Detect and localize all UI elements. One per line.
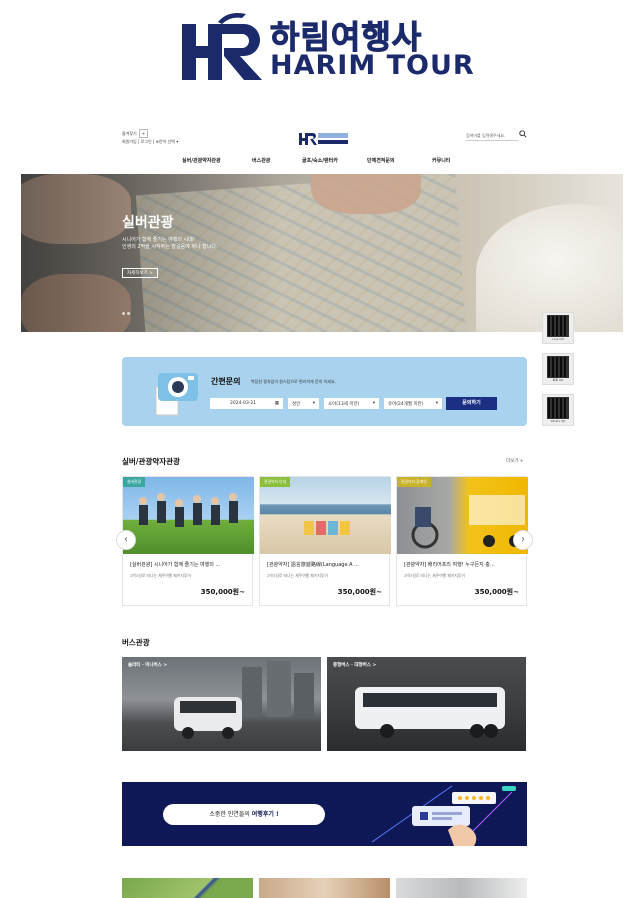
brand-logo[interactable]: 하림여행사 HARIM TOUR (0, 0, 631, 96)
beach-chairs-image (304, 521, 350, 535)
carousel-next-button[interactable]: › (513, 530, 533, 550)
review-pill[interactable]: 소중한 인연들의 여행후기 ! (163, 804, 325, 825)
bus-card-large[interactable]: 중형버스 · 대형버스 > (327, 657, 526, 751)
section-title-silver: 실버/관광약자관광 (122, 457, 180, 466)
silver-more-link[interactable]: 더보기 + (506, 458, 524, 464)
nav-silver[interactable]: 실버/관광약자관광 (182, 157, 221, 164)
hero-line-1: 시니어가 함께 즐기는 여행의 시대! (122, 237, 195, 243)
product-card[interactable]: 관광약자 안내 [관광약자] 語言旅遊路線(Language A ... 2박3… (259, 476, 391, 606)
chevron-down-icon: ▾ (372, 401, 375, 406)
product-price: 350,000원~ (474, 588, 519, 596)
review-text: 소중한 인연들의 (209, 811, 252, 818)
whatsapp-qr[interactable]: Whats QR (542, 394, 574, 426)
infant-value: 유아(24개월 미만) (388, 402, 424, 407)
quick-inquiry: 간편문의 복잡한 절차없이 원스탑으로 편리하게 문의 하세요. 2024-03… (122, 357, 527, 426)
inquiry-submit-button[interactable]: 문의하기 (446, 397, 497, 410)
product-name: [실버관광] 시니어가 함께 즐기는 여행의 ... (130, 562, 221, 568)
hero-subtitle: 시니어가 함께 즐기는 여행의 시대! 인생의 2막을 시작하는 발걸음에 하나… (122, 237, 218, 251)
product-sub: 2박3일로 떠나는 제주여행 패키지투어 (267, 573, 328, 578)
product-card[interactable]: 관광약자 장애인 [관광약자] 배리어프리 여행! 누구든지 충... 2박3일… (396, 476, 528, 606)
product-badge: 실버관광 (123, 477, 145, 487)
header-utility: 즐겨찾기 + 회원가입 | 로그인 | ⊕언어 선택 ▾ (122, 129, 179, 144)
nav-bus[interactable]: 버스관광 (252, 157, 270, 164)
join-link[interactable]: 회원가입 (122, 139, 137, 144)
product-card[interactable]: 실버관광 [실버관광] 시니어가 함께 즐기는 여행의 ... 2박3일로 떠나… (122, 476, 254, 606)
date-field[interactable]: 2024-03-21 ▦ (210, 398, 283, 409)
chevron-down-icon: ▾ (312, 401, 315, 406)
wheelchair-bus-image (411, 495, 525, 549)
product-name: [관광약자] 배리어프리 여행! 누구든지 충... (404, 562, 495, 568)
minibus-image (174, 661, 314, 739)
talk-qr[interactable]: 톡톡 QR (542, 353, 574, 385)
qr-label: Whats QR (550, 419, 566, 423)
child-select[interactable]: 소아(13세 미만) ▾ (324, 398, 379, 409)
search-icon[interactable] (519, 130, 527, 138)
line-qr[interactable]: Line QR (542, 312, 574, 344)
product-name: [관광약자] 語言旅遊路線(Language A ... (267, 562, 359, 568)
bookmark-toggle[interactable]: + (138, 129, 149, 138)
hero-banner[interactable]: 실버관광 시니어가 함께 즐기는 여행의 시대! 인생의 2막을 시작하는 발걸… (21, 174, 623, 332)
bus-label-large: 중형버스 · 대형버스 > (333, 663, 377, 668)
qr-label: 톡톡 QR (552, 378, 564, 382)
product-price: 350,000원~ (200, 588, 245, 596)
hero-hand-image (311, 174, 421, 214)
product-image: 관광약자 장애인 (397, 477, 528, 554)
product-image: 관광약자 안내 (260, 477, 391, 554)
review-banner[interactable]: 소중한 인연들의 여행후기 ! (122, 782, 527, 846)
inquiry-title: 간편문의 (211, 377, 241, 386)
qr-code-icon (547, 397, 569, 419)
hero-dot[interactable] (127, 312, 130, 315)
product-badge: 관광약자 장애인 (397, 477, 431, 487)
qr-code-icon (547, 315, 569, 337)
hero-title: 실버관광 (122, 215, 174, 231)
bus-card-mini[interactable]: 솔라티 · 미니버스 > (122, 657, 321, 751)
product-price: 350,000원~ (337, 588, 382, 596)
header-logo[interactable] (298, 130, 350, 146)
product-sub: 2박3일로 떠나는 제주여행 패키지투어 (404, 573, 465, 578)
section-title-bus: 버스관광 (122, 638, 150, 647)
jumping-people-image (139, 493, 238, 527)
calendar-icon[interactable]: ▦ (275, 401, 279, 406)
hr-logo-mark (182, 13, 262, 80)
date-value: 2024-03-21 (230, 401, 257, 406)
logo-english: HARIM TOUR (270, 50, 475, 81)
product-badge: 관광약자 안내 (260, 477, 291, 487)
nav-group-quote[interactable]: 단체견적문의 (367, 157, 395, 164)
nav-golf[interactable]: 골프/숙소/렌터카 (302, 157, 338, 164)
inquiry-desc: 복잡한 절차없이 원스탑으로 편리하게 문의 하세요. (251, 379, 336, 384)
bus-label-mini: 솔라티 · 미니버스 > (128, 663, 168, 668)
bottom-card-image[interactable] (122, 878, 253, 898)
bookmark-link[interactable]: 즐겨찾기 (122, 131, 137, 136)
bottom-card-image[interactable] (396, 878, 527, 898)
search-input[interactable]: 검색어를 입력해주세요. (466, 133, 518, 141)
chevron-down-icon: ▾ (435, 401, 438, 406)
language-select[interactable]: 언어 선택 (159, 139, 175, 144)
infant-select[interactable]: 유아(24개월 미만) ▾ (384, 398, 442, 409)
review-text-bold: 여행후기 ! (251, 811, 279, 818)
hero-line-2: 인생의 2막을 시작하는 발걸음에 하나 합니다. (122, 244, 218, 250)
review-illustration (371, 785, 516, 846)
adult-select[interactable]: 성인 ▾ (288, 398, 319, 409)
child-value: 소아(13세 미만) (328, 402, 360, 407)
nav-community[interactable]: 커뮤니티 (432, 157, 450, 164)
qr-label: Line QR (552, 337, 564, 341)
chevron-left-icon: ‹ (124, 534, 128, 545)
large-bus-image (355, 687, 505, 738)
hero-dot[interactable] (122, 312, 125, 315)
bottom-card-image[interactable] (259, 878, 390, 898)
chevron-right-icon: › (521, 534, 525, 545)
carousel-prev-button[interactable]: ‹ (116, 530, 136, 550)
qr-code-icon (547, 356, 569, 378)
hero-pagination[interactable] (122, 300, 132, 319)
adult-value: 성인 (292, 402, 301, 407)
product-image: 실버관광 (123, 477, 254, 554)
hero-shade (21, 174, 281, 332)
product-sub: 2박3일로 떠나는 제주여행 패키지투어 (130, 573, 191, 578)
camera-icon (155, 373, 198, 416)
hero-more-button[interactable]: 자세히보기 > (122, 268, 158, 278)
login-link[interactable]: 로그인 (141, 139, 152, 144)
